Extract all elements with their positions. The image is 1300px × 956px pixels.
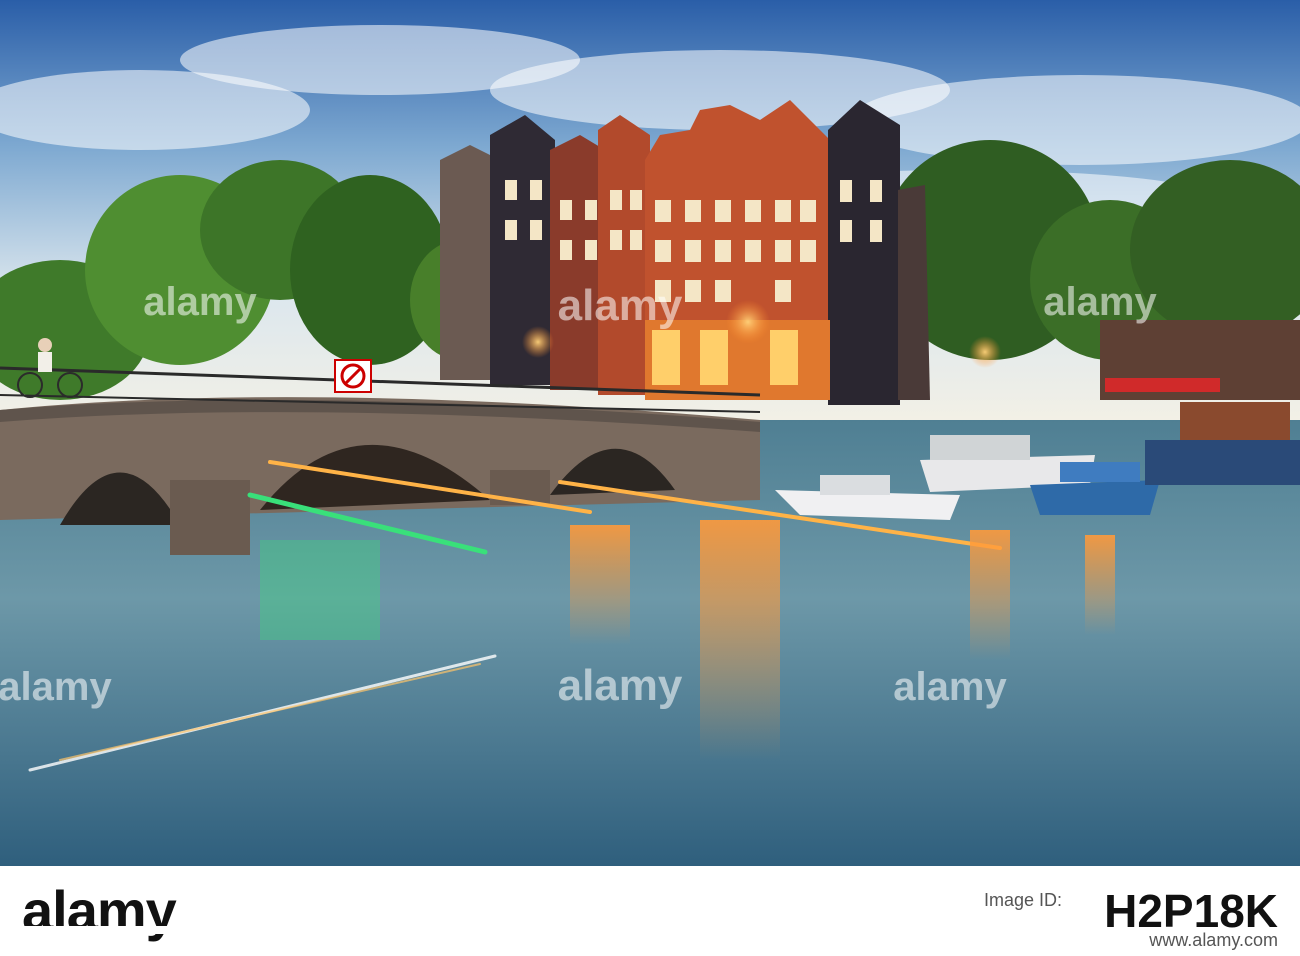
- logo-underline-icon: [20, 926, 240, 934]
- canal-houses: [440, 100, 930, 405]
- watermark-text: alamy: [558, 281, 683, 330]
- stock-footer: alamy Image ID: H2P18K www.alamy.com: [0, 866, 1300, 956]
- alamy-logo: alamy: [22, 879, 177, 942]
- watermark-text: alamy: [1043, 280, 1157, 324]
- watermark-text: alamy: [893, 665, 1007, 709]
- red-awning: [1105, 378, 1220, 392]
- canal-night-photo: alamy alamy alamy alamy alamy alamy: [0, 0, 1300, 866]
- watermark-text: alamy: [558, 661, 683, 710]
- site-url: www.alamy.com: [1149, 930, 1278, 950]
- watermark-text: alamy: [0, 665, 112, 709]
- image-id-label: Image ID:: [983, 890, 1062, 910]
- watermark-text: alamy: [143, 280, 257, 324]
